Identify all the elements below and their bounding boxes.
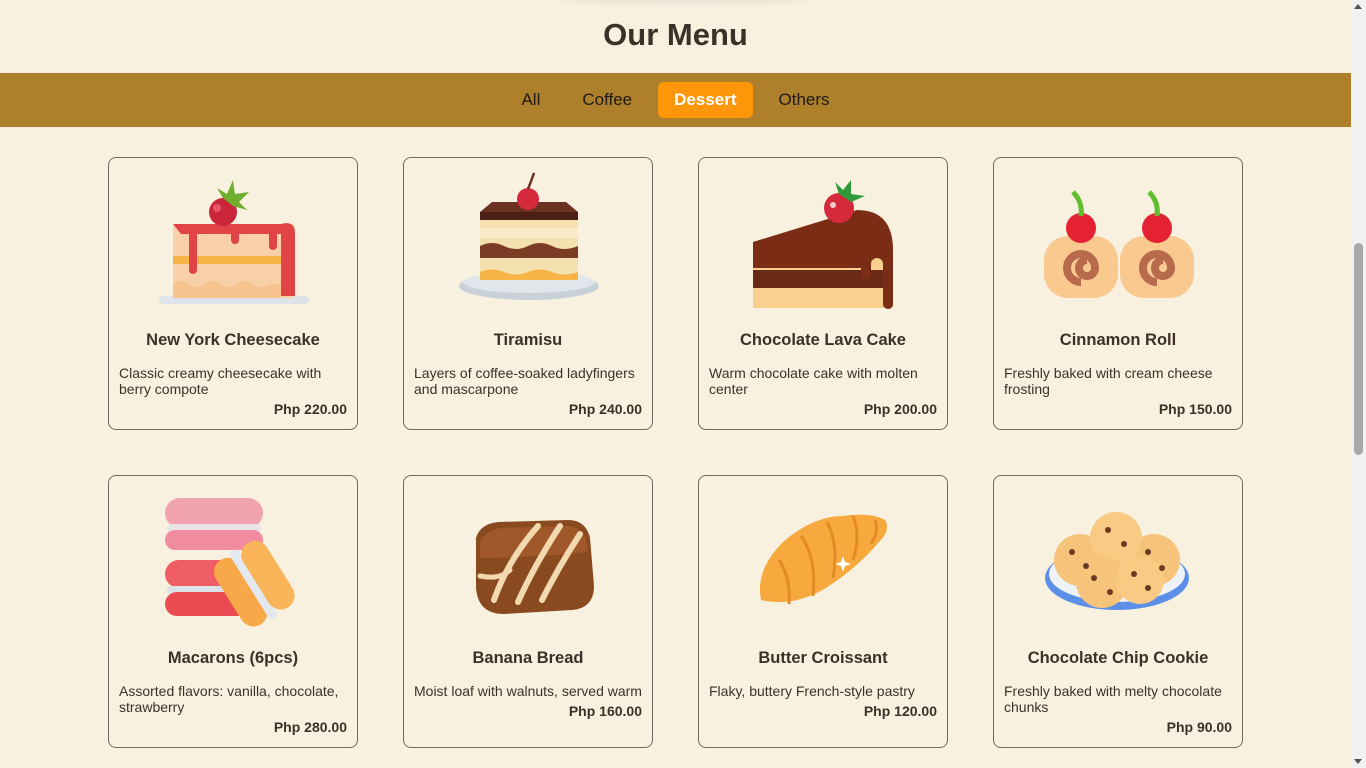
item-name: Tiramisu <box>493 331 563 349</box>
menu-card[interactable]: Chocolate Chip Cookie Freshly baked with… <box>993 475 1243 748</box>
menu-card[interactable]: Butter Croissant Flaky, buttery French-s… <box>698 475 948 748</box>
croissant-icon <box>749 490 899 630</box>
menu-card[interactable]: Chocolate Lava Cake Warm chocolate cake … <box>698 157 948 430</box>
item-description: Freshly baked with cream cheese frosting <box>1004 365 1213 397</box>
top-shadow <box>560 0 810 4</box>
item-price: Php 220.00 <box>273 401 347 417</box>
scroll-up-arrow-icon[interactable] <box>1354 4 1362 9</box>
vertical-scrollbar[interactable] <box>1351 0 1366 768</box>
item-name: Cinnamon Roll <box>1059 331 1177 349</box>
menu-card[interactable]: Macarons (6pcs) Assorted flavors: vanill… <box>108 475 358 748</box>
tab-all[interactable]: All <box>505 82 556 118</box>
tab-dessert[interactable]: Dessert <box>658 82 753 118</box>
cookies-icon <box>1044 490 1194 630</box>
item-price: Php 90.00 <box>1166 719 1232 735</box>
item-name: Chocolate Chip Cookie <box>1027 649 1209 667</box>
tab-coffee[interactable]: Coffee <box>566 82 648 118</box>
item-name: Banana Bread <box>472 649 584 667</box>
item-name: New York Cheesecake <box>146 331 320 349</box>
menu-page: Our Menu All Coffee Dessert Others New Y… <box>0 0 1351 768</box>
banana-bread-icon <box>454 490 604 630</box>
menu-grid: New York Cheesecake Classic creamy chees… <box>108 157 1243 748</box>
cheesecake-icon <box>159 172 309 312</box>
tab-others[interactable]: Others <box>763 82 846 118</box>
page-title: Our Menu <box>603 17 748 52</box>
item-price: Php 280.00 <box>273 719 347 735</box>
item-description: Moist loaf with walnuts, served warm <box>414 683 642 699</box>
item-description: Classic creamy cheesecake with berry com… <box>119 365 322 397</box>
menu-card[interactable]: Tiramisu Layers of coffee-soaked ladyfin… <box>403 157 653 430</box>
cinnamon-roll-icon <box>1044 172 1194 312</box>
item-price: Php 240.00 <box>568 401 642 417</box>
item-description: Assorted flavors: vanilla, chocolate, st… <box>119 683 339 715</box>
scrollbar-thumb[interactable] <box>1354 243 1363 455</box>
item-name: Macarons (6pcs) <box>167 649 299 667</box>
item-description: Freshly baked with melty chocolate chunk… <box>1004 683 1222 715</box>
item-description: Layers of coffee-soaked ladyfingers and … <box>414 365 635 397</box>
category-tabbar: All Coffee Dessert Others <box>0 73 1351 127</box>
macarons-icon <box>159 490 309 630</box>
item-price: Php 160.00 <box>568 703 642 719</box>
scroll-down-arrow-icon[interactable] <box>1354 759 1362 764</box>
item-price: Php 120.00 <box>863 703 937 719</box>
item-description: Warm chocolate cake with molten center <box>709 365 918 397</box>
item-price: Php 150.00 <box>1158 401 1232 417</box>
menu-card[interactable]: Cinnamon Roll Freshly baked with cream c… <box>993 157 1243 430</box>
item-price: Php 200.00 <box>863 401 937 417</box>
menu-card[interactable]: New York Cheesecake Classic creamy chees… <box>108 157 358 430</box>
tiramisu-icon <box>454 172 604 312</box>
item-description: Flaky, buttery French-style pastry <box>709 683 915 699</box>
menu-card[interactable]: Banana Bread Moist loaf with walnuts, se… <box>403 475 653 748</box>
item-name: Butter Croissant <box>758 649 888 667</box>
item-name: Chocolate Lava Cake <box>740 331 906 349</box>
chocolate-cake-icon <box>749 172 899 312</box>
